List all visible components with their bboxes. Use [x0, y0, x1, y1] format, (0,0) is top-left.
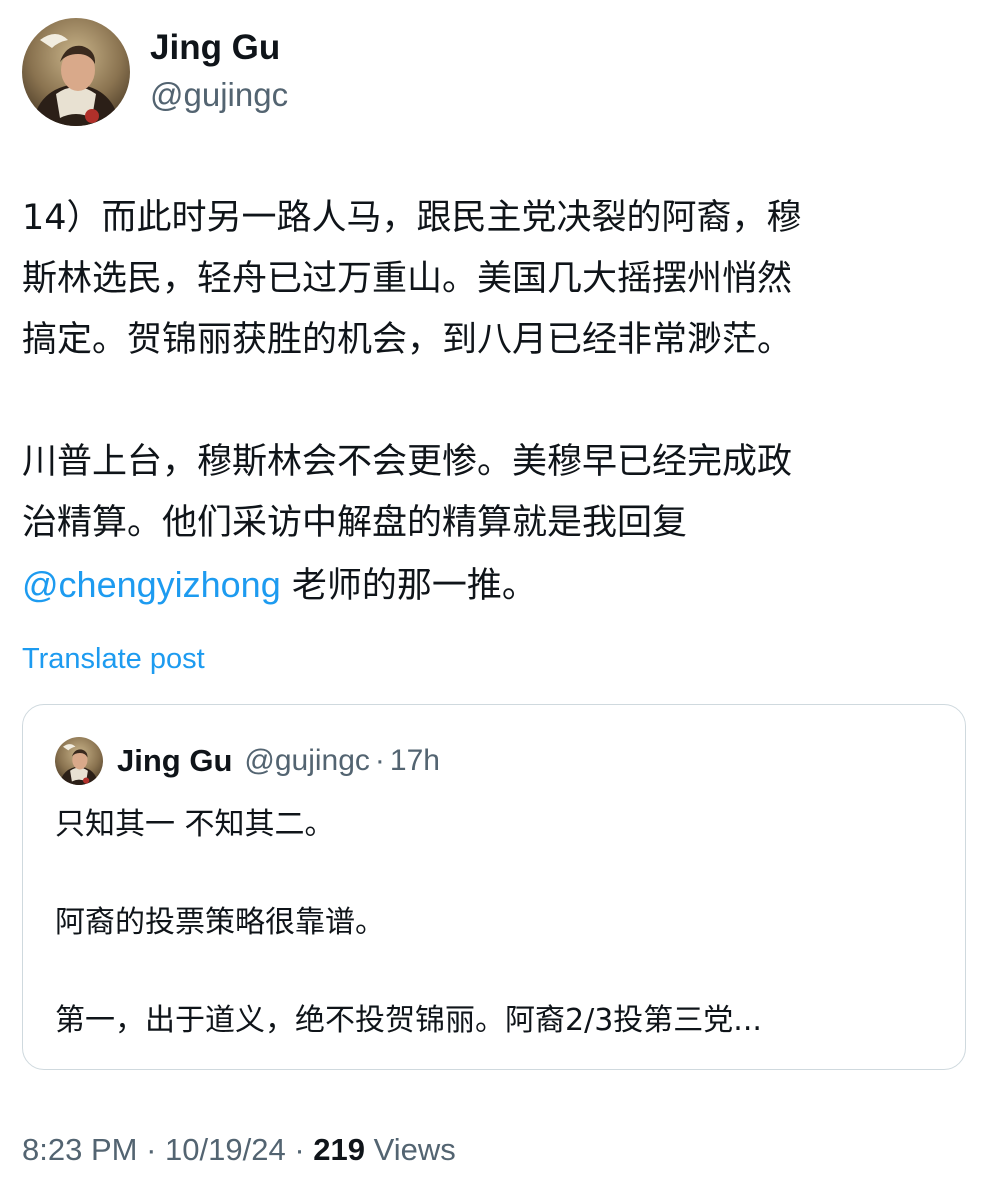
meta-separator: · — [146, 1132, 157, 1167]
views-count[interactable]: 219 — [313, 1132, 365, 1167]
author-names: Jing Gu @gujingc — [150, 27, 288, 117]
post-time[interactable]: 8:23 PM — [22, 1132, 137, 1167]
quoted-line: 只知其一 不知其二。 — [55, 807, 335, 842]
author-avatar[interactable] — [22, 18, 130, 126]
portrait-avatar-icon — [55, 737, 103, 785]
mention-link[interactable]: @chengyizhong — [22, 564, 281, 605]
tweet-header: Jing Gu @gujingc — [22, 18, 288, 126]
quoted-separator: · — [374, 744, 385, 777]
quoted-line: 第一，出于道义，绝不投贺锦丽。阿裔2/3投第三党... — [55, 1003, 762, 1038]
tweet-paragraph-2-text: 川普上台，穆斯林会不会更惨。美穆早已经完成政 治精算。他们采访中解盘的精算就是我… — [22, 442, 793, 543]
quoted-author-name[interactable]: Jing Gu — [117, 743, 232, 779]
meta-separator: · — [294, 1132, 305, 1167]
quoted-line: 阿裔的投票策略很靠谱。 — [55, 905, 385, 940]
quoted-tweet-text: 只知其一 不知其二。 阿裔的投票策略很靠谱。 第一，出于道义，绝不投贺锦丽。阿裔… — [55, 803, 935, 1043]
author-display-name[interactable]: Jing Gu — [150, 27, 288, 69]
tweet-paragraph-2: 川普上台，穆斯林会不会更惨。美穆早已经完成政 治精算。他们采访中解盘的精算就是我… — [22, 432, 967, 617]
portrait-avatar-icon — [22, 18, 130, 126]
tweet-body: 14）而此时另一路人马，跟民主党决裂的阿裔，穆 斯林选民，轻舟已过万重山。美国几… — [22, 188, 967, 617]
post-date[interactable]: 10/19/24 — [165, 1132, 286, 1167]
quoted-tweet-header: Jing Gu @gujingc · 17h — [55, 737, 440, 785]
author-handle[interactable]: @gujingc — [150, 73, 288, 117]
quoted-author-avatar[interactable] — [55, 737, 103, 785]
quoted-timestamp[interactable]: 17h — [390, 744, 440, 778]
translate-post-link[interactable]: Translate post — [22, 640, 205, 678]
tweet-meta: 8:23 PM · 10/19/24 · 219 Views — [22, 1128, 456, 1172]
quoted-author-handle[interactable]: @gujingc — [244, 744, 370, 778]
quoted-tweet-card[interactable]: Jing Gu @gujingc · 17h 只知其一 不知其二。 阿裔的投票策… — [22, 704, 966, 1070]
tweet-paragraph-1: 14）而此时另一路人马，跟民主党决裂的阿裔，穆 斯林选民，轻舟已过万重山。美国几… — [22, 198, 802, 360]
tweet-paragraph-2-tail: 老师的那一推。 — [280, 566, 537, 606]
views-label: Views — [373, 1132, 456, 1167]
